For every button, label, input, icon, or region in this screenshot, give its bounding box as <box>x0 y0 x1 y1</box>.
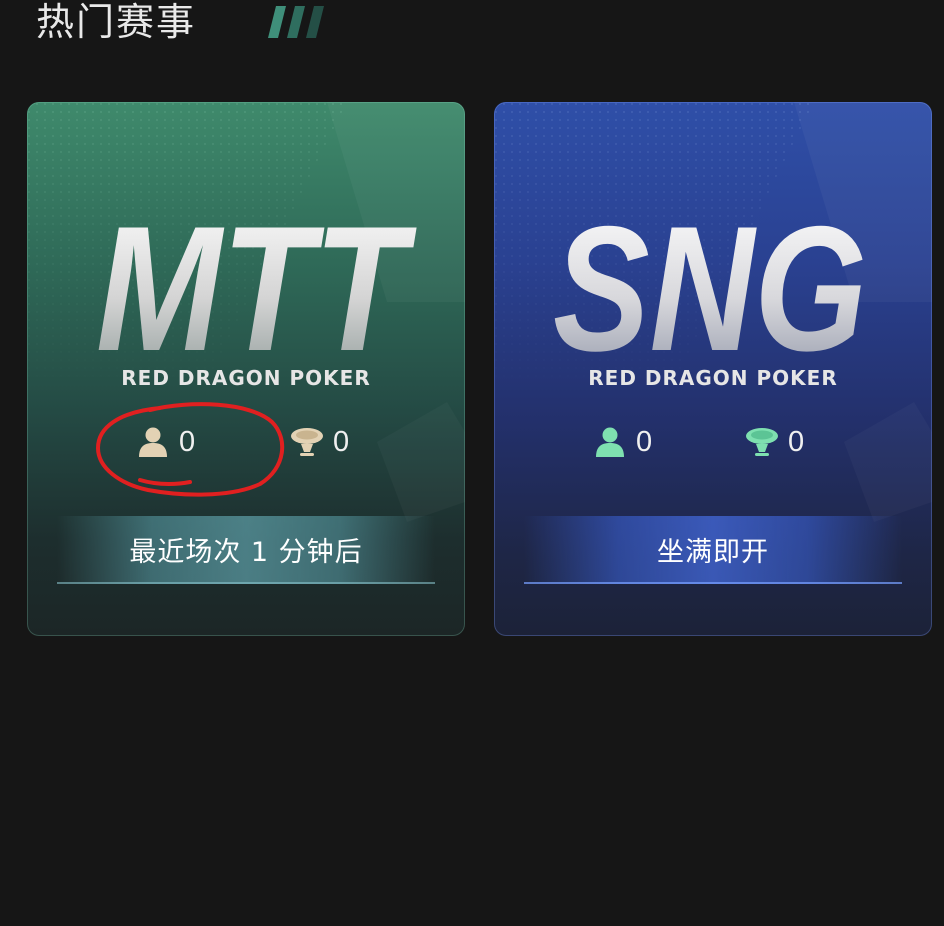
section-title: 热门赛事 <box>36 0 197 44</box>
sit-and-go-banner: 坐满即开 <box>524 516 902 584</box>
tables-stat: 0 <box>289 424 349 460</box>
tables-stat: 0 <box>744 424 804 460</box>
next-session-banner: 最近场次 1 分钟后 <box>57 516 435 584</box>
sng-logo: SNG <box>553 190 867 370</box>
players-count: 0 <box>179 425 196 458</box>
brand-name: RED DRAGON POKER <box>121 366 371 390</box>
players-stat: 0 <box>135 424 195 460</box>
person-icon <box>596 427 624 457</box>
mtt-tournament-card[interactable]: MTT RED DRAGON POKER 0 0 最近场次 1 分钟后 <box>27 102 465 636</box>
sng-logo-text: SNG <box>553 190 867 370</box>
players-stat: 0 <box>592 424 652 460</box>
mtt-logo: MTT <box>96 190 417 370</box>
sng-tournament-card[interactable]: SNG RED DRAGON POKER 0 0 坐满即开 <box>494 102 932 636</box>
mtt-logo-text: MTT <box>96 190 417 370</box>
title-stripes-decoration <box>268 6 324 38</box>
person-icon <box>139 427 167 457</box>
poker-table-icon <box>291 428 323 456</box>
players-count: 0 <box>636 425 653 458</box>
poker-table-icon <box>746 428 778 456</box>
brand-name: RED DRAGON POKER <box>588 366 838 390</box>
tables-count: 0 <box>333 425 350 458</box>
tables-count: 0 <box>788 425 805 458</box>
